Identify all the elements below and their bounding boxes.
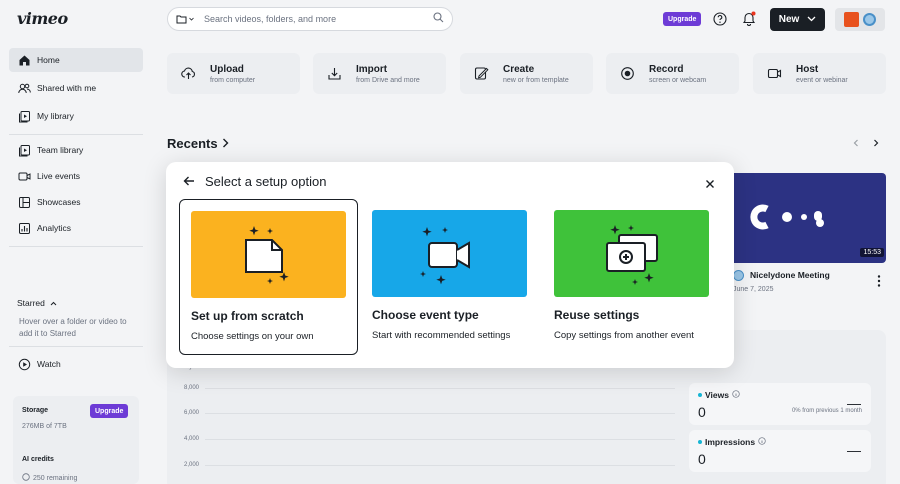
option-subtitle: Choose settings on your own [191, 331, 314, 342]
option-setup-from-scratch[interactable]: Set up from scratch Choose settings on y… [179, 199, 358, 355]
option-subtitle: Copy settings from another event [554, 330, 694, 341]
copy-settings-sparkles-icon [605, 224, 658, 285]
option-title: Choose event type [372, 308, 479, 322]
option-title: Reuse settings [554, 308, 640, 322]
option-title: Set up from scratch [191, 309, 304, 323]
back-arrow-icon[interactable] [182, 174, 196, 188]
option-art [554, 210, 709, 297]
option-reuse-settings[interactable]: Reuse settings Copy settings from anothe… [543, 199, 722, 355]
option-choose-event-type[interactable]: Choose event type Start with recommended… [361, 199, 540, 355]
option-subtitle: Start with recommended settings [372, 330, 511, 341]
option-art [191, 211, 346, 298]
close-icon[interactable] [705, 176, 715, 188]
option-art [372, 210, 527, 297]
setup-option-modal: Select a setup option Set up from scratc… [166, 162, 734, 368]
video-camera-sparkles-icon [419, 226, 470, 284]
modal-title: Select a setup option [205, 174, 327, 189]
blank-document-sparkles-icon [244, 225, 289, 284]
